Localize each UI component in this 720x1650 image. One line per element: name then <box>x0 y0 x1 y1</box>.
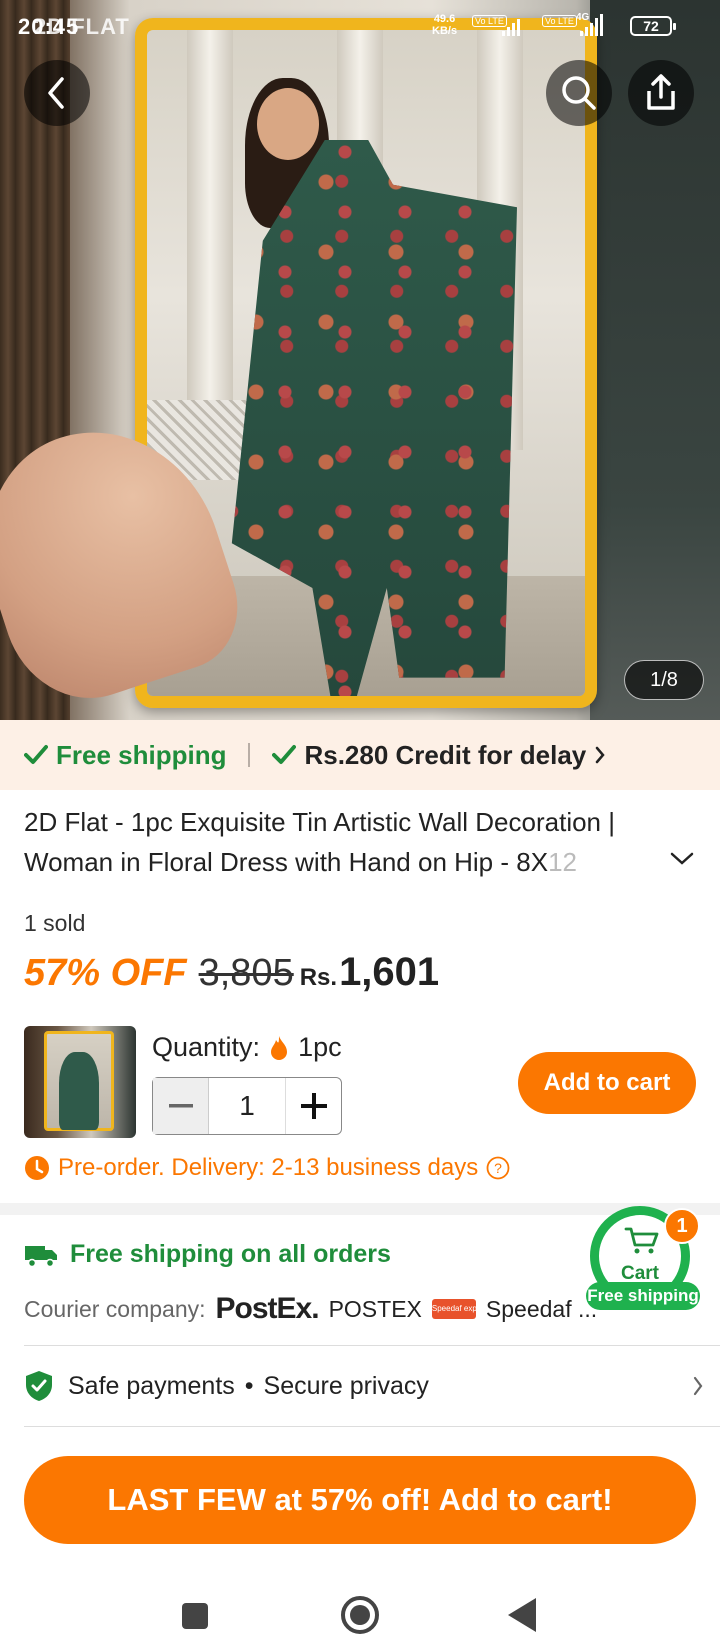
shipping-banner[interactable]: Free shipping Rs.280 Credit for delay <box>0 720 720 790</box>
sold-count: 1 sold <box>24 910 86 936</box>
volte-icon: Vo LTE <box>542 15 577 27</box>
network-speed: 49.6 KB/s <box>432 13 458 37</box>
check-icon <box>24 745 48 764</box>
signal-icon <box>502 14 520 36</box>
floating-cart-button[interactable]: Cart Free shipping 1 <box>586 1206 700 1310</box>
carrier-overlay-text: 2D FLAT <box>34 14 130 39</box>
product-title[interactable]: 2D Flat - 1pc Exquisite Tin Artistic Wal… <box>24 802 654 882</box>
pillar <box>187 30 233 450</box>
chevron-right-icon <box>596 746 605 764</box>
search-button[interactable] <box>546 60 612 126</box>
cart-icon <box>624 1227 659 1254</box>
original-price: 3,805 <box>198 952 294 994</box>
check-icon <box>272 745 297 764</box>
divider <box>24 1345 720 1346</box>
share-icon <box>647 74 675 110</box>
woman-face <box>257 88 319 160</box>
plus-icon <box>300 1093 327 1119</box>
signal-icon <box>580 14 603 36</box>
divider <box>24 1426 720 1427</box>
product-image-gallery[interactable]: 20:45 2D FLAT 49.6 KB/s Vo LTE Vo LTE 4G… <box>0 0 720 720</box>
increment-button[interactable] <box>285 1078 341 1134</box>
cart-badge: 1 <box>664 1208 700 1244</box>
delay-credit-link[interactable]: Rs.280 Credit for delay <box>272 740 606 771</box>
courier-speedaf: Speedaf ... <box>485 1295 598 1322</box>
status-bar: 20:45 2D FLAT 49.6 KB/s Vo LTE Vo LTE 4G… <box>0 0 720 54</box>
chevron-left-icon <box>48 77 64 109</box>
current-price: 1,601 <box>339 950 440 994</box>
back-icon[interactable] <box>508 1598 536 1632</box>
free-shipping-all[interactable]: Free shipping on all orders <box>24 1240 391 1269</box>
free-shipping-tag: Free shipping <box>24 740 226 771</box>
bottom-add-to-cart-button[interactable]: LAST FEW at 57% off! Add to cart! <box>24 1456 696 1544</box>
discount-label: 57% OFF <box>24 952 187 994</box>
battery-icon: 72 <box>630 16 676 36</box>
preorder-notice: Pre-order. Delivery: 2-13 business days … <box>24 1154 510 1182</box>
home-icon[interactable] <box>341 1596 379 1634</box>
quantity-value[interactable]: 1 <box>209 1078 285 1134</box>
price-row: 57% OFF 3,805 Rs. 1,601 <box>24 950 439 1010</box>
help-icon[interactable]: ? <box>486 1156 510 1180</box>
back-button[interactable] <box>24 60 90 126</box>
speedaf-logo: Speedaf express <box>431 1299 492 1319</box>
minus-icon <box>168 1104 193 1108</box>
courier-postex: POSTEX <box>328 1295 422 1322</box>
clock-icon <box>25 1156 49 1180</box>
shield-check-icon <box>26 1371 52 1401</box>
quantity-stepper[interactable]: 1 <box>152 1077 342 1135</box>
chevron-down-icon[interactable] <box>668 850 696 868</box>
chevron-right-icon <box>693 1376 703 1396</box>
currency: Rs. <box>299 964 338 991</box>
search-icon <box>562 76 596 110</box>
truck-icon <box>25 1245 57 1267</box>
safe-payments-row[interactable]: Safe payments • Secure privacy <box>24 1366 704 1406</box>
divider <box>248 743 251 767</box>
cart-free-shipping-pill: Free shipping <box>586 1282 700 1310</box>
courier-row[interactable]: Courier company: PostEx. POSTEX Speedaf … <box>24 1292 597 1326</box>
system-nav-bar <box>0 1560 720 1650</box>
variant-thumbnail[interactable] <box>24 1026 136 1138</box>
add-to-cart-button[interactable]: Add to cart <box>518 1052 696 1114</box>
svg-text:?: ? <box>494 1160 502 1176</box>
image-counter: 1/8 <box>624 660 704 700</box>
flame-icon <box>271 1035 288 1060</box>
recents-icon[interactable] <box>182 1603 208 1629</box>
decrement-button[interactable] <box>153 1078 209 1134</box>
quantity-label: Quantity: 1pc <box>152 1032 342 1062</box>
share-button[interactable] <box>628 60 694 126</box>
postex-logo: PostEx. <box>215 1292 320 1325</box>
